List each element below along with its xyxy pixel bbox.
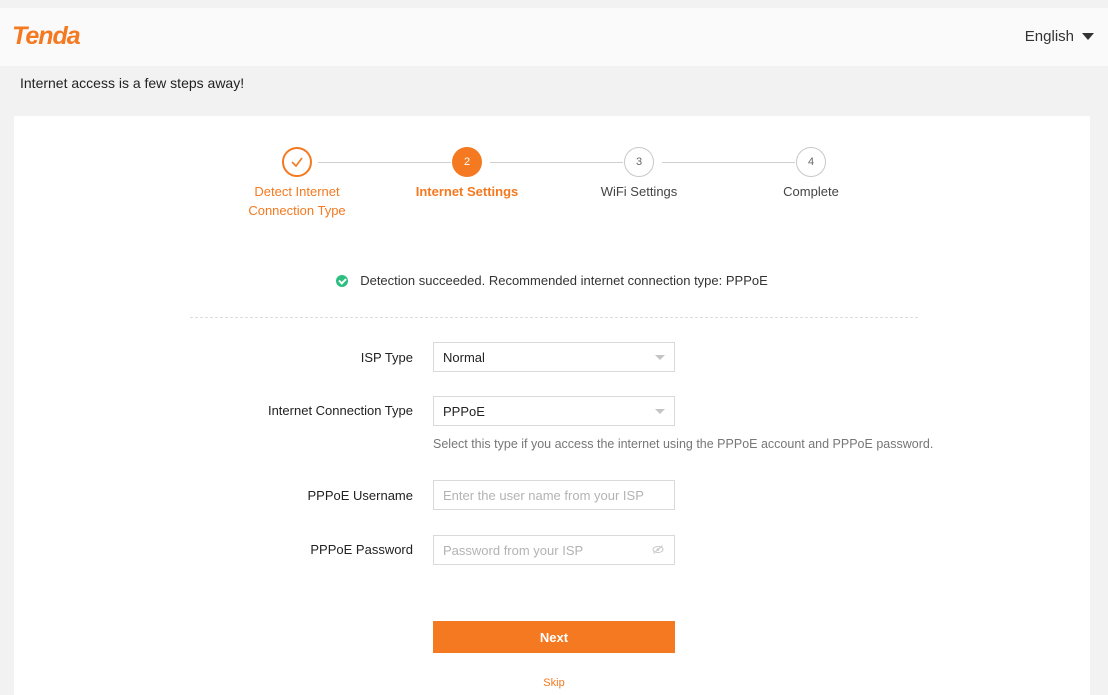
skip-link[interactable]: Skip xyxy=(14,677,1094,689)
chevron-down-icon xyxy=(1082,33,1094,40)
username-placeholder: Enter the user name from your ISP xyxy=(443,487,644,503)
next-button[interactable]: Next xyxy=(433,621,675,653)
step-4-label: Complete xyxy=(783,184,839,199)
top-bar: Tenda English Internet access is a few s… xyxy=(0,0,1108,110)
connection-type-label: Internet Connection Type xyxy=(267,403,413,418)
skip-link-label[interactable]: Skip xyxy=(543,677,564,689)
status-message: Detection succeeded. Recommended interne… xyxy=(360,273,768,288)
pppoe-username-label: PPPoE Username xyxy=(307,488,414,503)
detection-status: Detection succeeded. Recommended interne… xyxy=(14,273,1090,290)
isp-type-label: ISP Type xyxy=(360,350,413,365)
tenda-logo: Tenda xyxy=(12,22,81,50)
success-check-icon xyxy=(336,274,349,287)
language-label: English xyxy=(1024,28,1074,45)
pppoe-password-label: PPPoE Password xyxy=(310,542,413,557)
pppoe-username-input[interactable]: Enter the user name from your ISP xyxy=(433,480,675,510)
connection-type-hint: Select this type if you access the inter… xyxy=(433,437,934,451)
header xyxy=(0,8,1108,66)
step-connector-3 xyxy=(662,162,795,163)
password-placeholder: Password from your ISP xyxy=(443,542,584,558)
connection-type-select[interactable]: PPPoE xyxy=(433,396,675,426)
dropdown-arrow-icon xyxy=(655,355,665,360)
dropdown-arrow-icon xyxy=(655,409,665,414)
step-2-label: Internet Settings xyxy=(415,184,519,199)
step-3-circle: 3 xyxy=(624,147,654,177)
pppoe-password-input[interactable]: Password from your ISP xyxy=(433,535,675,565)
step-1-label: Detect Internet Connection Type xyxy=(248,184,346,218)
isp-type-value: Normal xyxy=(443,349,485,365)
hide-password-icon[interactable] xyxy=(652,545,664,554)
setup-wizard-card: Detect Internet Connection Type 2 Intern… xyxy=(14,116,1090,695)
isp-type-select[interactable]: Normal xyxy=(433,342,675,372)
step-4-circle: 4 xyxy=(796,147,826,177)
check-icon xyxy=(291,157,303,168)
language-selector[interactable]: English xyxy=(1025,28,1094,45)
divider xyxy=(190,317,918,318)
step-2-circle: 2 xyxy=(452,147,482,177)
connection-type-value: PPPoE xyxy=(443,403,485,419)
step-3-label: WiFi Settings xyxy=(600,184,678,199)
step-connector-2 xyxy=(490,162,623,163)
step-1-circle xyxy=(282,147,312,177)
step-connector-1 xyxy=(318,162,451,163)
page-tagline: Internet access is a few steps away! xyxy=(20,75,245,91)
